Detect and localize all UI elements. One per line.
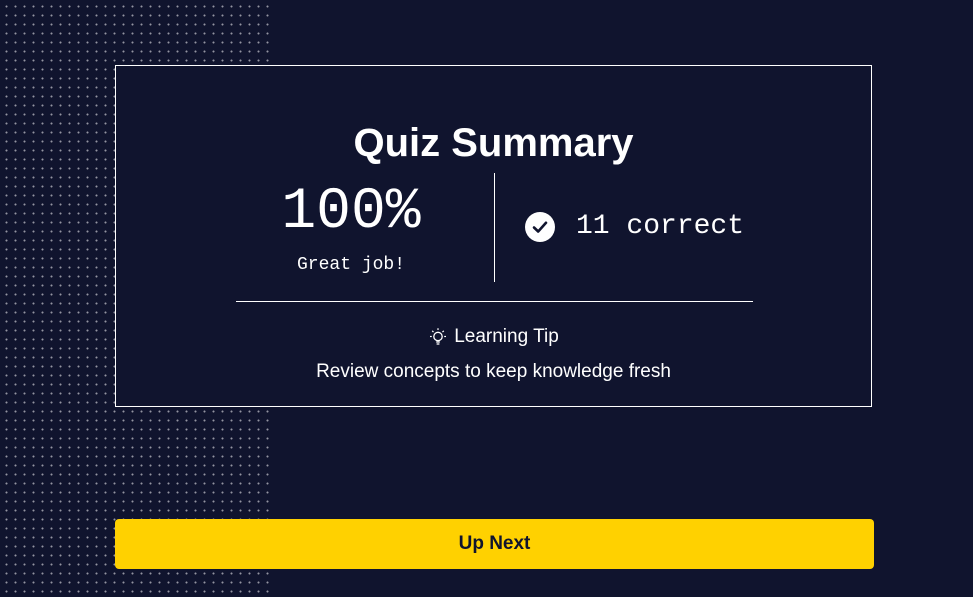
page-title: Quiz Summary [353,120,634,165]
quiz-summary-card: Quiz Summary 100% Great job! 11 correct [115,65,872,407]
vertical-divider [494,173,495,282]
up-next-button[interactable]: Up Next [115,519,874,569]
learning-tip-heading: Learning Tip [116,326,871,348]
lightbulb-icon [428,327,448,347]
score-percentage: 100% [281,180,421,245]
score-block: 100% Great job! [236,178,466,276]
horizontal-divider [236,301,753,302]
correct-count-block: 11 correct [525,210,744,244]
score-message: Great job! [296,255,406,275]
correct-count: 11 correct [576,211,745,242]
learning-tip-label: Learning Tip [454,326,559,347]
learning-tip-text: Review concepts to keep knowledge fresh [316,361,671,382]
check-circle-icon [525,212,555,242]
